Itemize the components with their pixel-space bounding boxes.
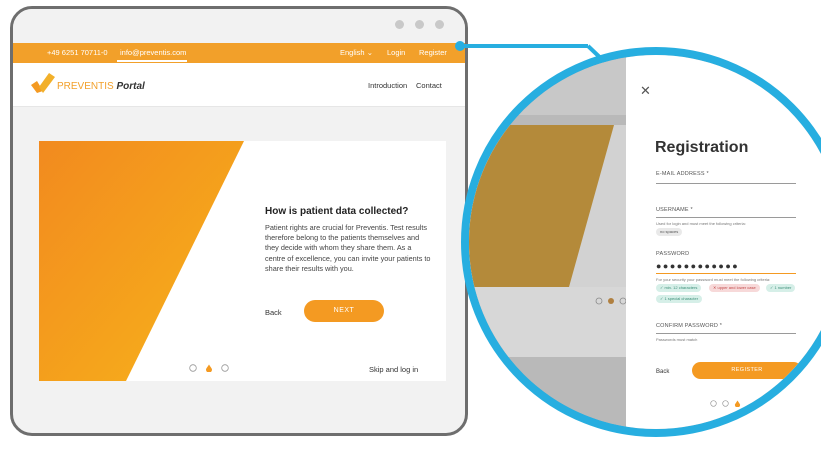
registration-pager-active-drop-icon[interactable]: [734, 400, 741, 407]
password-hint: For your security your password must mee…: [656, 277, 771, 282]
registration-pager-dot-2[interactable]: [722, 400, 729, 407]
confirm-password-hint: Passwords must match: [656, 337, 698, 342]
criteria-chip-case: ✕ upper and lower case: [709, 284, 760, 292]
confirm-password-input[interactable]: [656, 333, 796, 334]
screenshot-stage: +49 6251 70711-0 info@preventis.com Engl…: [0, 0, 821, 449]
magnifier-callout: PreventisTest Portal ✕ Registration E-MA…: [461, 47, 821, 437]
close-icon[interactable]: ✕: [640, 83, 651, 99]
registration-pager-dot-1[interactable]: [710, 400, 717, 407]
password-input[interactable]: ●●●●●●●●●●●●: [656, 261, 739, 271]
password-label: PASSWORD: [656, 251, 690, 257]
criteria-chip-number: ✓ 1 number: [766, 284, 796, 292]
dimmed-background: [469, 55, 629, 429]
email-label: E-MAIL ADDRESS *: [656, 171, 709, 177]
username-label: USERNAME *: [656, 207, 693, 213]
password-underline: [656, 273, 796, 274]
register-button[interactable]: REGISTER: [692, 362, 802, 379]
criteria-chip-special: ✓ 1 special character: [656, 295, 703, 303]
criteria-chip-length: ✓ min. 12 characters: [656, 284, 702, 292]
registration-back-button[interactable]: Back: [656, 369, 669, 375]
username-hint: Used for login and must meet the followi…: [656, 221, 746, 226]
confirm-password-label: CONFIRM PASSWORD *: [656, 323, 723, 329]
email-input[interactable]: [656, 183, 796, 184]
magnified-footer-text: PreventisTest Portal: [535, 418, 580, 424]
registration-panel: ✕ Registration E-MAIL ADDRESS * USERNAME…: [626, 55, 821, 429]
magnified-view: PreventisTest Portal ✕ Registration E-MA…: [469, 55, 821, 429]
registration-title: Registration: [655, 139, 749, 156]
username-input[interactable]: [656, 217, 796, 218]
username-criteria-chip: no spaces: [656, 228, 683, 236]
